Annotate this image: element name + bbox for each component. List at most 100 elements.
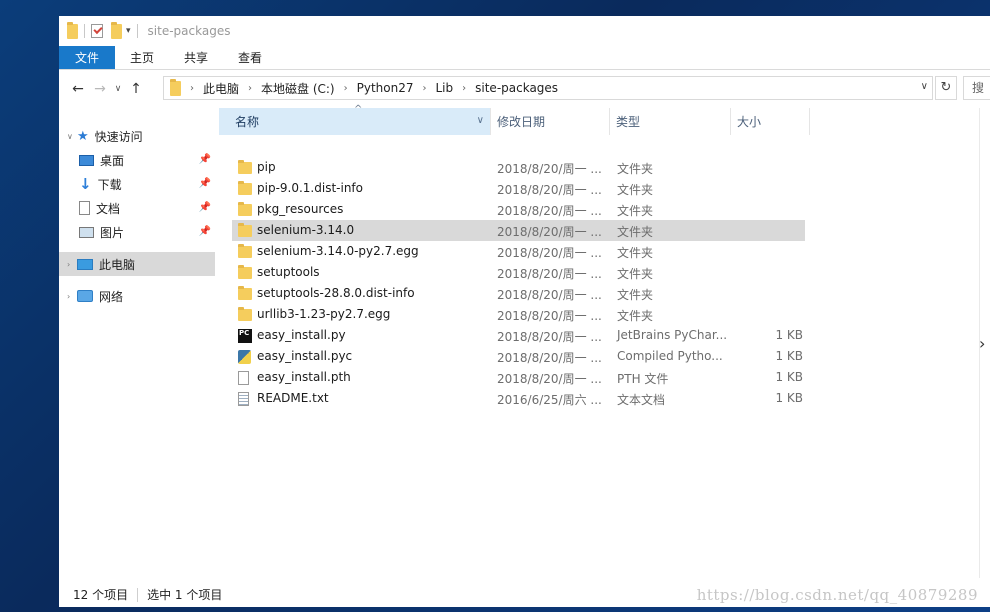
file-date: 2018/8/20/周一 ... — [497, 267, 602, 281]
folder-icon — [238, 160, 254, 175]
tab-home[interactable]: 主页 — [115, 46, 169, 69]
file-name: urllib3-1.23-py2.7.egg — [257, 307, 391, 321]
pin-icon[interactable]: 📌 — [199, 226, 211, 237]
download-icon: ↓ — [79, 175, 92, 193]
file-type: 文件夹 — [617, 183, 654, 197]
nav-item-pictures[interactable]: 图片 📌 — [59, 220, 215, 244]
pin-icon[interactable]: 📌 — [199, 154, 211, 165]
watermark: https://blog.csdn.net/qq_40879289 — [696, 586, 978, 604]
file-name: easy_install.py — [257, 328, 346, 342]
refresh-icon[interactable]: ↻ — [935, 76, 957, 100]
file-name: pkg_resources — [257, 202, 344, 216]
file-name: pip-9.0.1.dist-info — [257, 181, 363, 195]
breadcrumb-separator-icon[interactable]: › — [344, 83, 348, 94]
file-type: 文件夹 — [617, 204, 654, 218]
tab-file[interactable]: 文件 — [59, 46, 115, 69]
breadcrumb-python27[interactable]: Python27 — [357, 81, 414, 95]
table-row[interactable]: selenium-3.14.0-py2.7.egg 2018/8/20/周一 ..… — [232, 241, 805, 262]
breadcrumb-separator-icon[interactable]: › — [423, 83, 427, 94]
file-name: setuptools-28.8.0.dist-info — [257, 286, 415, 300]
file-type: Compiled Pytho... — [617, 349, 723, 363]
chevron-right-icon[interactable]: › — [979, 334, 985, 353]
nav-item-desktop[interactable]: 桌面 📌 — [59, 148, 215, 172]
breadcrumb-local-disk[interactable]: 本地磁盘 (C:) — [261, 80, 335, 97]
window-title: site-packages — [147, 24, 231, 38]
breadcrumb-separator-icon[interactable]: › — [462, 83, 466, 94]
folder-icon — [238, 286, 254, 301]
properties-icon[interactable] — [91, 24, 103, 38]
new-folder-icon[interactable] — [111, 21, 122, 39]
chevron-down-icon[interactable]: ∨ — [921, 81, 928, 92]
pin-icon[interactable]: 📌 — [199, 202, 211, 213]
file-type: 文件夹 — [617, 162, 654, 176]
file-type: 文件夹 — [617, 225, 654, 239]
back-arrow-icon[interactable]: ← — [67, 81, 89, 97]
chevron-right-icon[interactable]: › — [67, 292, 77, 301]
file-type: 文件夹 — [617, 309, 654, 323]
table-row[interactable]: pip-9.0.1.dist-info 2018/8/20/周一 ... 文件夹 — [232, 178, 805, 199]
column-header-type[interactable]: 类型 — [610, 108, 731, 135]
chevron-down-icon[interactable]: ∨ — [67, 132, 77, 141]
ribbon-tabs: 文件 主页 共享 查看 — [59, 46, 990, 70]
table-row[interactable]: PC easy_install.py 2018/8/20/周一 ... JetBrai… — [232, 325, 805, 346]
chevron-down-icon[interactable]: ∨ — [477, 115, 484, 126]
file-name: selenium-3.14.0-py2.7.egg — [257, 244, 419, 258]
table-row[interactable]: README.txt 2016/6/25/周六 ... 文本文档 1 KB — [232, 388, 805, 409]
table-row[interactable]: urllib3-1.23-py2.7.egg 2018/8/20/周一 ... 文件… — [232, 304, 805, 325]
column-header-label: 大小 — [737, 115, 762, 129]
table-row[interactable]: easy_install.pth 2018/8/20/周一 ... PTH 文件 1 … — [232, 367, 805, 388]
nav-item-documents[interactable]: 文档 📌 — [59, 196, 215, 220]
file-date: 2018/8/20/周一 ... — [497, 309, 602, 323]
computer-icon — [77, 258, 93, 270]
table-row[interactable]: pip 2018/8/20/周一 ... 文件夹 — [232, 157, 805, 178]
title-bar: ▾ site-packages — [59, 16, 990, 46]
breadcrumb-lib[interactable]: Lib — [436, 81, 454, 95]
table-row[interactable]: pkg_resources 2018/8/20/周一 ... 文件夹 — [232, 199, 805, 220]
column-header-name[interactable]: ^ 名称 ∨ — [219, 104, 491, 135]
file-type: 文本文档 — [617, 393, 666, 407]
address-bar[interactable]: › 此电脑 › 本地磁盘 (C:) › Python27 › Lib › sit… — [163, 76, 933, 100]
tab-share[interactable]: 共享 — [169, 46, 223, 69]
quick-access-toolbar: ▾ — [59, 16, 144, 46]
file-type: 文件夹 — [617, 288, 654, 302]
tab-view[interactable]: 查看 — [223, 46, 277, 69]
toolbar-divider — [136, 24, 138, 38]
file-name: pip — [257, 160, 276, 174]
up-arrow-icon[interactable]: ↑ — [125, 81, 147, 97]
network-icon — [77, 290, 93, 302]
breadcrumb-site-packages[interactable]: site-packages — [475, 81, 558, 95]
chevron-right-icon[interactable]: › — [67, 260, 77, 269]
table-row[interactable]: setuptools 2018/8/20/周一 ... 文件夹 — [232, 262, 805, 283]
pycharm-file-icon: PC — [238, 329, 254, 343]
table-row[interactable]: setuptools-28.8.0.dist-info 2018/8/20/周一 … — [232, 283, 805, 304]
file-name: easy_install.pyc — [257, 349, 353, 363]
search-input[interactable]: 搜 — [963, 76, 990, 100]
forward-arrow-icon[interactable]: → — [89, 81, 111, 97]
breadcrumb-separator-icon[interactable]: › — [190, 83, 194, 94]
nav-quick-access[interactable]: ∨ ★ 快速访问 — [59, 124, 215, 148]
column-header-label: 类型 — [616, 115, 641, 129]
file-icon — [238, 371, 254, 385]
sort-ascending-icon: ^ — [354, 104, 363, 115]
table-row[interactable]: selenium-3.14.0 2018/8/20/周一 ... 文件夹 — [232, 220, 805, 241]
folder-icon — [238, 307, 254, 322]
status-divider — [137, 587, 139, 602]
table-row[interactable]: easy_install.pyc 2018/8/20/周一 ... Compiled… — [232, 346, 805, 367]
file-name: README.txt — [257, 391, 329, 405]
nav-network[interactable]: › 网络 — [59, 284, 215, 308]
customize-toolbar-icon[interactable]: ▾ — [126, 26, 131, 36]
pin-icon[interactable]: 📌 — [199, 178, 211, 189]
breadcrumb-separator-icon[interactable]: › — [248, 83, 252, 94]
file-date: 2018/8/20/周一 ... — [497, 162, 602, 176]
recent-locations-chevron-icon[interactable]: ∨ — [111, 84, 125, 94]
column-header-date[interactable]: 修改日期 — [491, 108, 610, 135]
file-type: PTH 文件 — [617, 372, 669, 386]
nav-item-downloads[interactable]: ↓ 下载 📌 — [59, 172, 215, 196]
text-file-icon — [238, 392, 254, 406]
column-header-size[interactable]: 大小 — [731, 108, 810, 135]
file-type: JetBrains PyChar... — [617, 328, 728, 342]
breadcrumb-this-pc[interactable]: 此电脑 — [203, 80, 239, 97]
nav-this-pc[interactable]: › 此电脑 — [59, 252, 215, 276]
desktop-icon — [79, 154, 94, 166]
file-list: ^ 名称 ∨ 修改日期 类型 大小 pip 2018/8/20/周一 ... 文件夹… — [219, 104, 979, 578]
